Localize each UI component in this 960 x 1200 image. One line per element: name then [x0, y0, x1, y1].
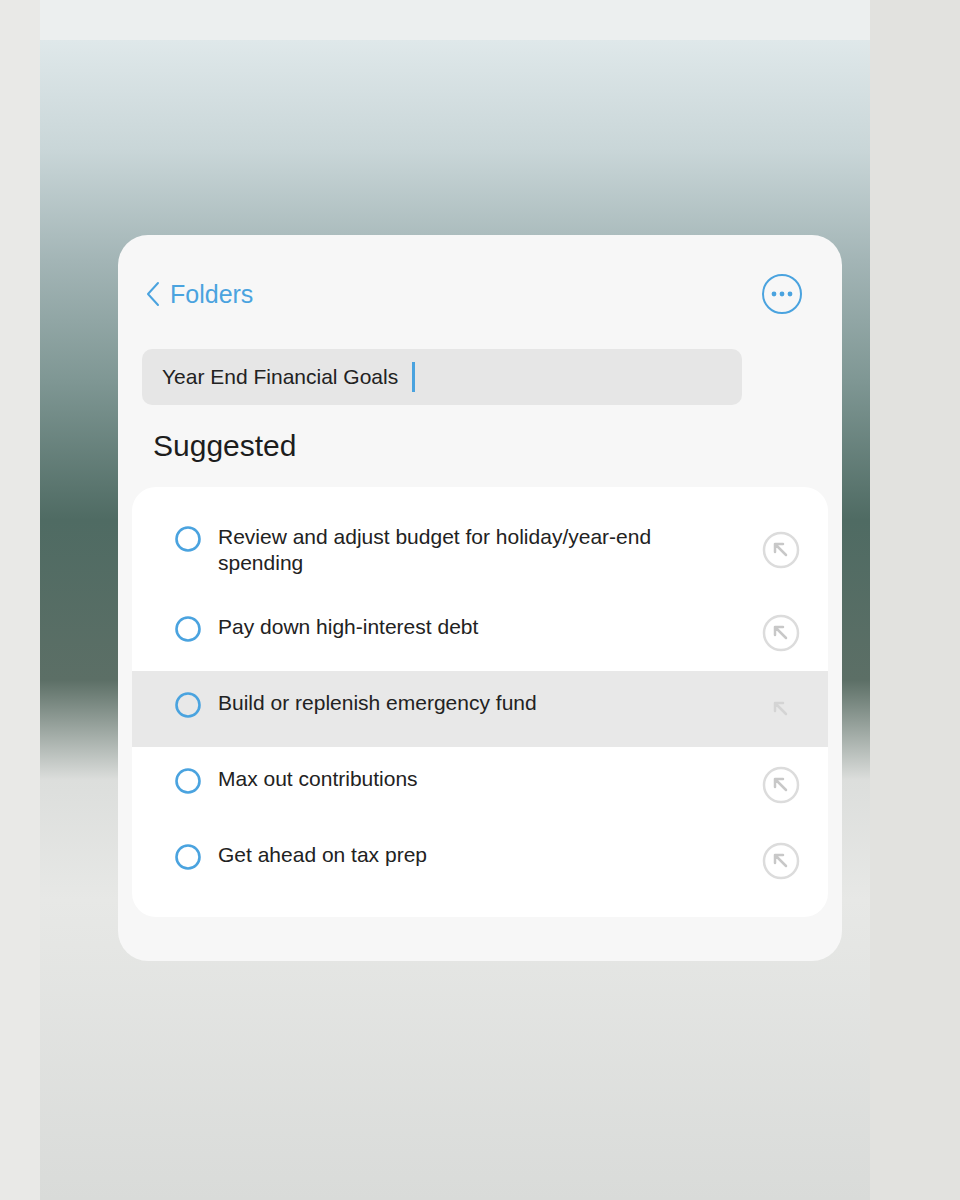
radio-circle-icon[interactable] — [174, 767, 202, 795]
arrow-up-left-icon[interactable] — [762, 766, 800, 804]
suggestion-row[interactable]: Pay down high-interest debt — [132, 595, 828, 671]
section-title: Suggested — [153, 429, 828, 463]
radio-circle-icon[interactable] — [174, 843, 202, 871]
arrow-up-left-icon[interactable] — [762, 614, 800, 652]
suggestion-row[interactable]: Build or replenish emergency fund — [132, 671, 828, 747]
radio-circle-icon[interactable] — [174, 691, 202, 719]
notes-card: Folders Year End Financial Goals Suggest… — [118, 235, 842, 961]
arrow-up-left-icon[interactable] — [762, 842, 800, 880]
more-dots-icon — [761, 273, 803, 315]
more-button[interactable] — [761, 273, 803, 315]
radio-circle-icon[interactable] — [174, 525, 202, 553]
arrow-up-left-icon[interactable] — [762, 531, 800, 569]
arrow-up-left-icon[interactable] — [762, 690, 800, 728]
suggestion-text: Max out contributions — [218, 755, 698, 803]
suggestion-text: Pay down high-interest debt — [218, 603, 698, 651]
radio-circle-icon[interactable] — [174, 615, 202, 643]
header-bar: Folders — [132, 273, 828, 315]
back-button[interactable]: Folders — [146, 280, 253, 309]
title-text: Year End Financial Goals — [162, 365, 398, 389]
suggestion-text: Build or replenish emergency fund — [218, 679, 698, 727]
text-caret — [412, 362, 415, 392]
chevron-left-icon — [146, 281, 160, 307]
title-field[interactable]: Year End Financial Goals — [142, 349, 742, 405]
suggestion-row[interactable]: Max out contributions — [132, 747, 828, 823]
suggestion-text: Get ahead on tax prep — [218, 831, 698, 879]
background-photo: Folders Year End Financial Goals Suggest… — [0, 0, 960, 1200]
suggestion-list: Review and adjust budget for holiday/yea… — [132, 487, 828, 917]
suggestion-text: Review and adjust budget for holiday/yea… — [218, 513, 698, 587]
back-label: Folders — [170, 280, 253, 309]
suggestion-row[interactable]: Get ahead on tax prep — [132, 823, 828, 899]
suggestion-row[interactable]: Review and adjust budget for holiday/yea… — [132, 505, 828, 595]
